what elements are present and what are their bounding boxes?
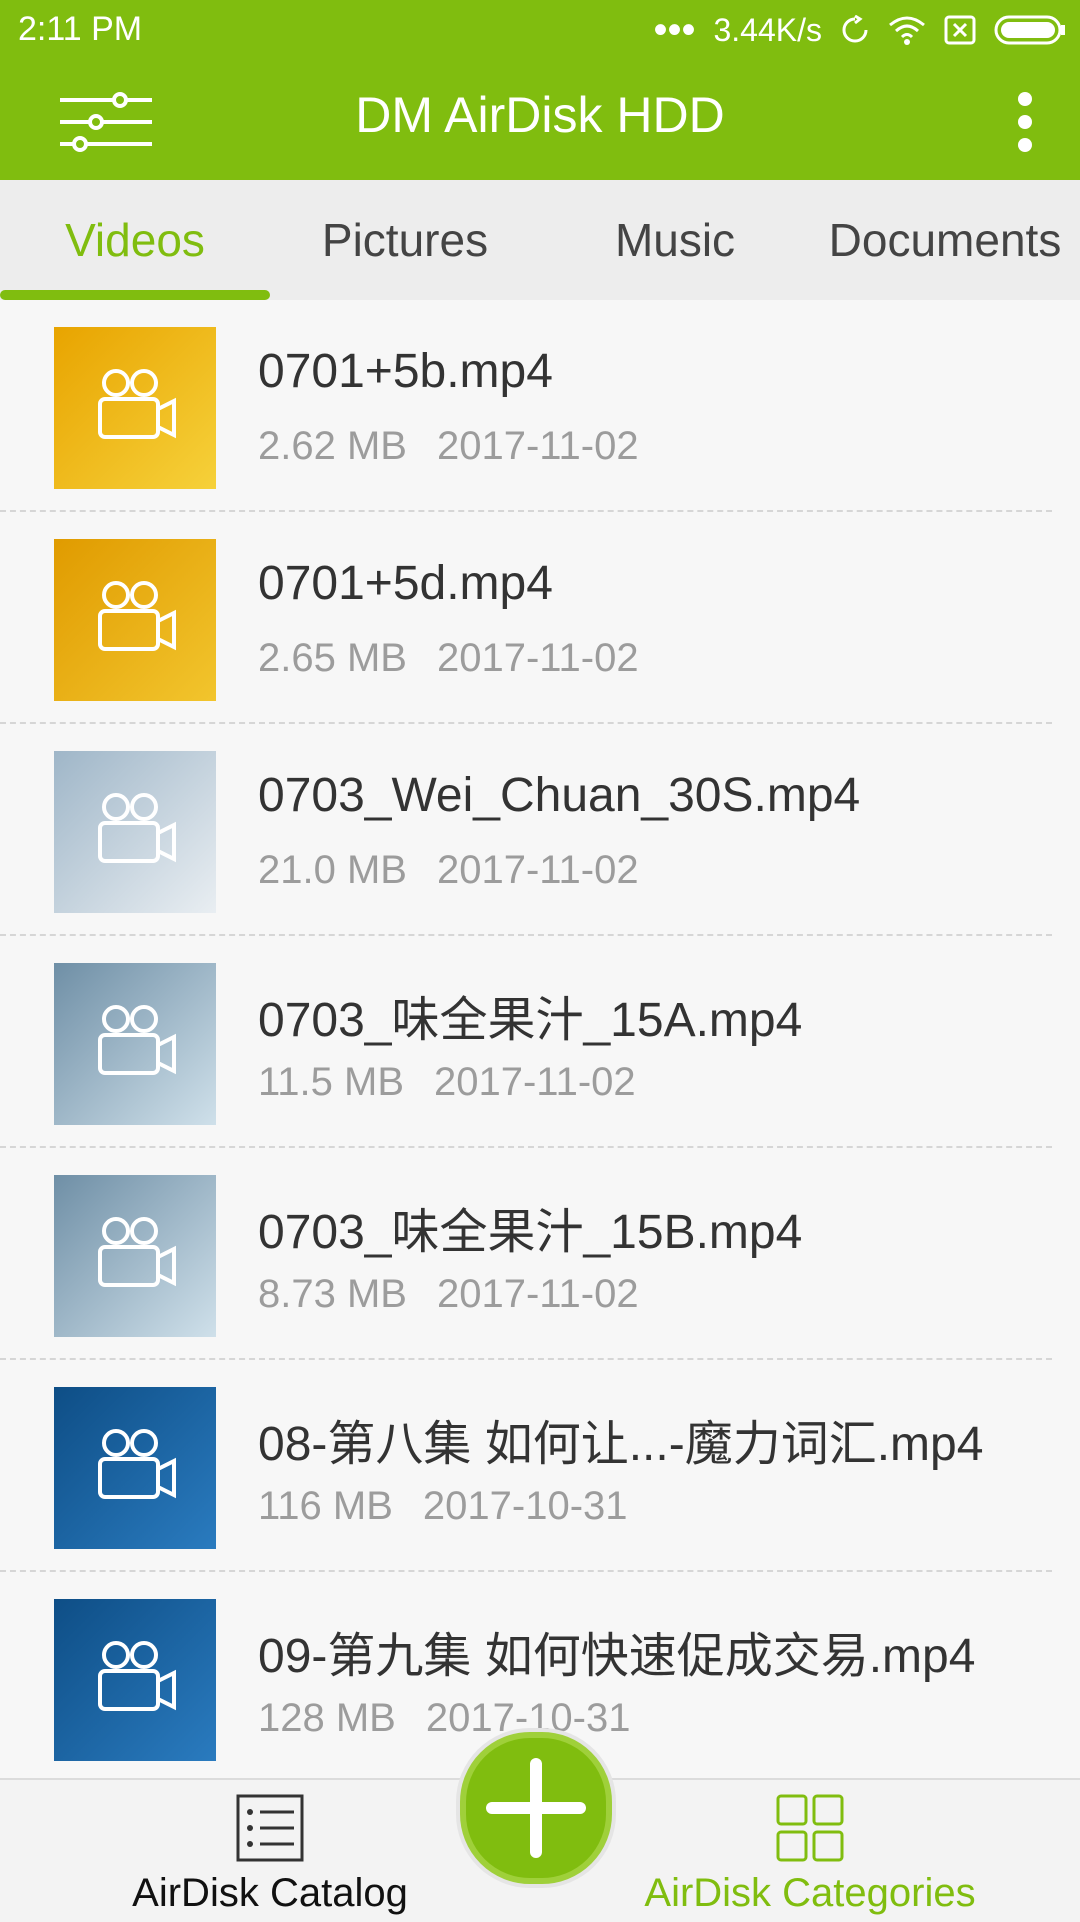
video-file-name: 08-第八集 如何让...-魔力词汇.mp4 (258, 1418, 984, 1471)
categories-grid-icon (776, 1794, 844, 1862)
video-list-item[interactable]: 0701+5d.mp4 2.65 MB 2017-11-02 (0, 512, 1052, 724)
overflow-menu-button[interactable] (1000, 90, 1050, 154)
video-thumbnail (54, 963, 216, 1125)
sync-icon (842, 15, 868, 43)
more-notifications-icon: ••• (653, 8, 696, 52)
battery-icon (994, 15, 1065, 45)
video-file-meta: 21.0 MB 2017-11-02 (258, 848, 639, 893)
status-time: 2:11 PM (18, 10, 143, 48)
tab-pictures[interactable]: Pictures (270, 180, 540, 300)
nav-airdisk-categories[interactable]: AirDisk Categories (630, 1780, 990, 1922)
video-file-date: 2017-10-31 (422, 1484, 628, 1528)
video-camera-icon (98, 581, 176, 651)
active-tab-indicator (0, 290, 270, 300)
video-thumbnail (54, 539, 216, 701)
video-file-meta: 128 MB 2017-10-31 (258, 1696, 630, 1741)
video-file-meta: 8.73 MB 2017-11-02 (258, 1272, 639, 1317)
video-file-name: 0701+5b.mp4 (258, 345, 553, 398)
status-bar: 2:11 PM ••• 3.44K/s (0, 0, 1080, 60)
nav-airdisk-categories-label: AirDisk Categories (644, 1871, 976, 1915)
video-file-name: 0701+5d.mp4 (258, 557, 553, 610)
video-file-size: 128 MB (258, 1696, 396, 1740)
video-file-meta: 116 MB 2017-10-31 (258, 1484, 628, 1529)
video-file-date: 2017-11-02 (436, 424, 639, 468)
wifi-icon (889, 16, 925, 45)
video-file-name: 0703_味全果汁_15A.mp4 (258, 994, 803, 1047)
video-camera-icon (98, 1641, 176, 1711)
tab-music[interactable]: Music (540, 180, 810, 300)
video-file-date: 2017-11-02 (436, 1272, 639, 1316)
video-file-name: 0703_Wei_Chuan_30S.mp4 (258, 769, 861, 822)
video-camera-icon (98, 793, 176, 863)
video-camera-icon (98, 1429, 176, 1499)
video-file-size: 116 MB (258, 1484, 393, 1528)
video-file-size: 2.65 MB (258, 636, 407, 680)
video-list-item[interactable]: 0703_味全果汁_15A.mp4 11.5 MB 2017-11-02 (0, 936, 1052, 1148)
network-speed: 3.44K/s (713, 11, 822, 48)
video-file-size: 2.62 MB (258, 424, 407, 468)
add-fab-button[interactable] (460, 1732, 612, 1884)
nav-airdisk-catalog-label: AirDisk Catalog (132, 1871, 408, 1915)
no-sim-icon (944, 15, 976, 45)
video-file-name: 09-第九集 如何快速促成交易.mp4 (258, 1630, 976, 1683)
video-file-date: 2017-11-02 (436, 636, 639, 680)
video-file-meta: 11.5 MB 2017-11-02 (258, 1060, 636, 1105)
toolbar: DM AirDisk HDD (0, 60, 1080, 180)
video-thumbnail (54, 751, 216, 913)
video-thumbnail (54, 1599, 216, 1761)
video-list-item[interactable]: 0701+5b.mp4 2.62 MB 2017-11-02 (0, 300, 1052, 512)
nav-airdisk-catalog[interactable]: AirDisk Catalog (100, 1780, 440, 1922)
video-file-meta: 2.65 MB 2017-11-02 (258, 636, 639, 681)
video-camera-icon (98, 1217, 176, 1287)
video-file-size: 8.73 MB (258, 1272, 407, 1316)
video-list-item[interactable]: 0703_Wei_Chuan_30S.mp4 21.0 MB 2017-11-02 (0, 724, 1052, 936)
video-file-size: 11.5 MB (258, 1060, 404, 1104)
video-list[interactable]: 0701+5b.mp4 2.62 MB 2017-11-02 0701+5d.mp4 2… (0, 300, 1080, 1778)
video-file-name: 0703_味全果汁_15B.mp4 (258, 1206, 803, 1259)
video-file-date: 2017-11-02 (436, 848, 639, 892)
catalog-list-icon (236, 1794, 304, 1862)
app-title: DM AirDisk HDD (355, 87, 725, 143)
plus-icon (486, 1758, 586, 1858)
tab-videos[interactable]: Videos (0, 180, 270, 300)
video-file-date: 2017-11-02 (434, 1060, 636, 1104)
video-file-size: 21.0 MB (258, 848, 407, 892)
video-thumbnail (54, 1387, 216, 1549)
status-icons: ••• 3.44K/s (653, 10, 1066, 50)
more-vert-icon (1018, 92, 1032, 152)
video-thumbnail (54, 327, 216, 489)
video-list-item[interactable]: 08-第八集 如何让...-魔力词汇.mp4 116 MB 2017-10-31 (0, 1360, 1052, 1572)
video-list-item[interactable]: 0703_味全果汁_15B.mp4 8.73 MB 2017-11-02 (0, 1148, 1052, 1360)
video-camera-icon (98, 1005, 176, 1075)
video-thumbnail (54, 1175, 216, 1337)
category-tabs: Videos Pictures Music Documents (0, 180, 1080, 300)
video-file-meta: 2.62 MB 2017-11-02 (258, 424, 639, 469)
video-camera-icon (98, 369, 176, 439)
app-header: 2:11 PM ••• 3.44K/s DM AirDisk HDD (0, 0, 1080, 180)
tab-documents[interactable]: Documents (810, 180, 1080, 300)
